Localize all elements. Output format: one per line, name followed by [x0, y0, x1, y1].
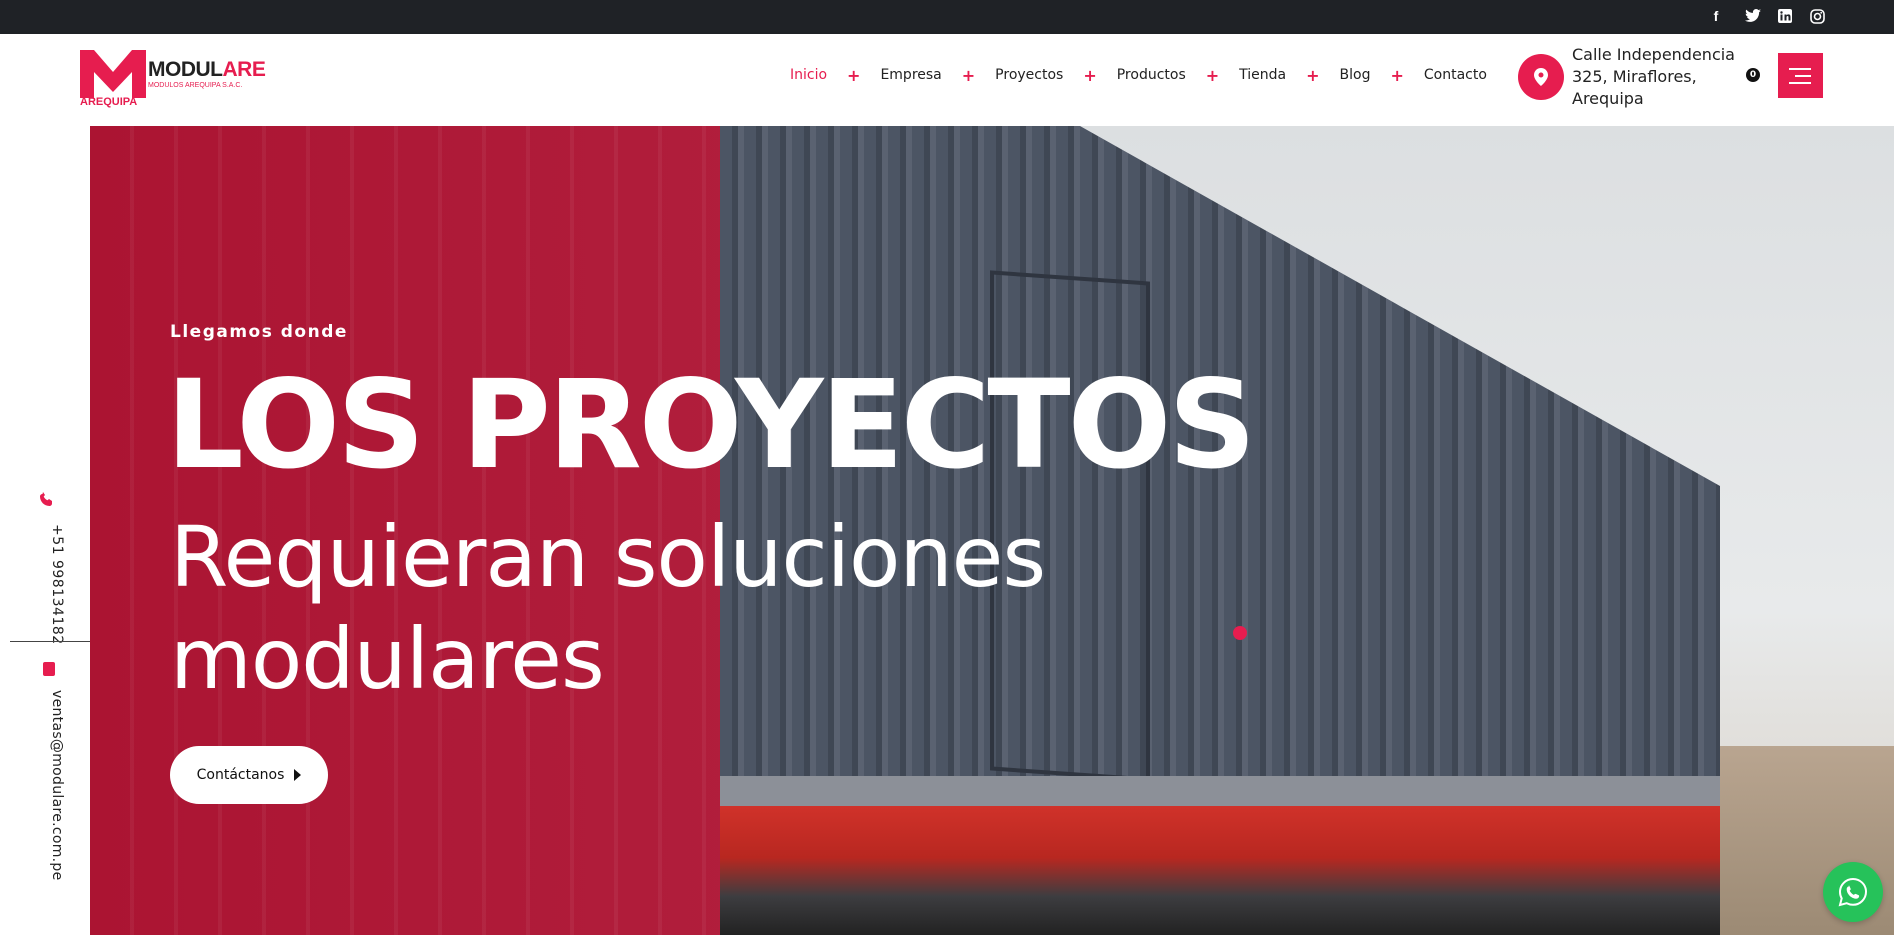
top-bar: f — [0, 0, 1894, 34]
nav-item-contacto[interactable]: Contacto — [1424, 67, 1487, 83]
menu-line — [1789, 67, 1811, 70]
side-divider — [10, 641, 90, 642]
plus-icon[interactable]: + — [1083, 66, 1096, 85]
side-contact-bar: +51 998134182 ventas@modulare.com.pe — [0, 126, 90, 935]
hero-slider: Llegamos donde LOS PROYECTOS Requieran s… — [90, 126, 1894, 935]
nav-item-blog[interactable]: Blog + — [1340, 66, 1424, 85]
main-nav: Inicio + Empresa + Proyectos + Productos + T… — [790, 34, 1487, 116]
location-pin-icon — [1518, 54, 1564, 100]
side-phone-number[interactable]: +51 998134182 — [49, 524, 65, 645]
phone-icon — [40, 492, 54, 511]
plus-icon[interactable]: + — [847, 66, 860, 85]
hero-pretitle: Llegamos donde — [170, 322, 348, 342]
container-base — [720, 776, 1720, 806]
header-address: Calle Independencia 325, Miraflores, Are… — [1572, 45, 1735, 108]
site-logo[interactable]: MODULARE MODULOS AREQUIPA S.A.C. AREQUIP… — [80, 48, 270, 110]
nav-item-empresa[interactable]: Empresa + — [880, 66, 995, 85]
cta-label: Contáctanos — [196, 767, 285, 783]
whatsapp-icon — [1838, 877, 1868, 907]
contact-cta-button[interactable]: Contáctanos — [170, 746, 328, 804]
menu-line — [1789, 81, 1811, 84]
twitter-icon[interactable] — [1743, 6, 1763, 26]
caret-right-icon — [294, 769, 302, 781]
site-header: MODULARE MODULOS AREQUIPA S.A.C. AREQUIP… — [0, 34, 1894, 126]
menu-line — [1795, 74, 1811, 77]
logo-subtitle: MODULOS AREQUIPA S.A.C. — [148, 82, 243, 89]
instagram-icon[interactable] — [1807, 6, 1827, 26]
hero-title: LOS PROYECTOS — [166, 354, 1256, 496]
nav-item-productos[interactable]: Productos + — [1117, 66, 1239, 85]
nav-item-proyectos[interactable]: Proyectos + — [995, 66, 1117, 85]
side-email[interactable]: ventas@modulare.com.pe — [49, 690, 65, 881]
nav-item-inicio[interactable]: Inicio + — [790, 66, 880, 85]
hero-subtitle: Requieran soluciones modulares — [170, 508, 1046, 708]
nav-item-tienda[interactable]: Tienda + — [1239, 66, 1339, 85]
hamburger-menu-button[interactable] — [1778, 53, 1823, 98]
plus-icon[interactable]: + — [1390, 66, 1403, 85]
truck-trailer — [720, 806, 1720, 935]
plus-icon[interactable]: + — [1306, 66, 1319, 85]
logo-wordmark: MODULARE — [148, 58, 266, 81]
whatsapp-button[interactable] — [1823, 862, 1883, 922]
plus-icon[interactable]: + — [962, 66, 975, 85]
hotspot-dot[interactable] — [1233, 626, 1247, 640]
linkedin-icon[interactable] — [1775, 6, 1795, 26]
cart-count-badge[interactable]: 0 — [1746, 68, 1760, 82]
email-icon — [43, 662, 55, 676]
logo-m-icon — [80, 50, 146, 98]
logo-city: AREQUIPA — [80, 96, 138, 108]
facebook-icon[interactable]: f — [1706, 6, 1726, 26]
plus-icon[interactable]: + — [1206, 66, 1219, 85]
